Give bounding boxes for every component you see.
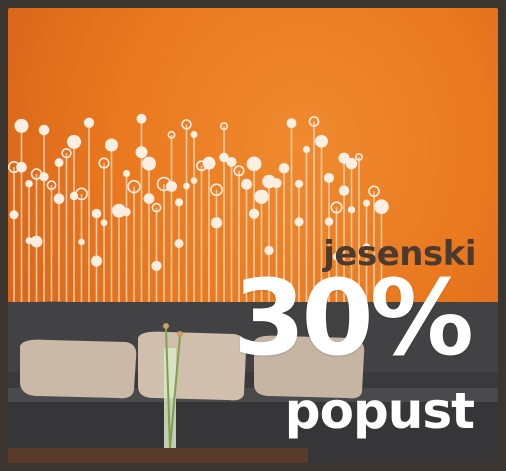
banner-frame[interactable]: jesenski 30% popust: [0, 0, 506, 471]
promo-discount-value: 30%: [233, 257, 474, 379]
promo-discount-word: popust: [284, 382, 475, 440]
promo-scene: jesenski 30% popust: [8, 8, 498, 463]
